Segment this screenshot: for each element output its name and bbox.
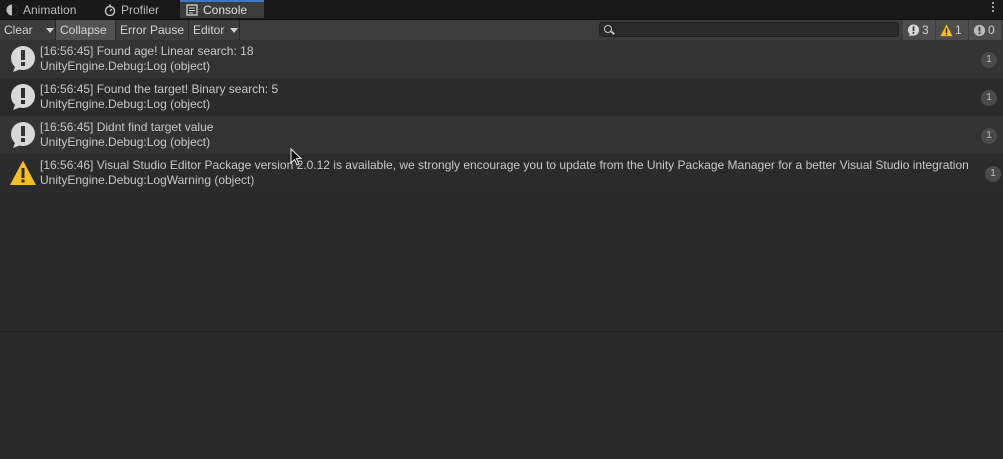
log-message: [16:56:45] Found the target! Binary sear… bbox=[40, 82, 279, 96]
chevron-down-icon[interactable] bbox=[46, 28, 55, 34]
search-icon bbox=[604, 25, 612, 33]
profiler-icon bbox=[104, 4, 116, 16]
log-detail-pane bbox=[0, 332, 1003, 459]
tab-label: Animation bbox=[23, 2, 77, 17]
warning-count-toggle[interactable]: 1 bbox=[936, 20, 968, 40]
editor-label: Editor bbox=[193, 23, 225, 37]
collapse-count-badge: 1 bbox=[981, 90, 997, 106]
search-input[interactable] bbox=[599, 22, 899, 37]
log-stacktrace: UnityEngine.Debug:Log (object) bbox=[40, 59, 211, 73]
warning-count: 1 bbox=[955, 23, 962, 37]
warning-icon bbox=[10, 160, 36, 185]
log-entry[interactable]: [16:56:45] Found age! Linear search: 18 … bbox=[0, 40, 1003, 78]
log-stacktrace: UnityEngine.Debug:Log (object) bbox=[40, 97, 211, 111]
warning-icon bbox=[940, 23, 953, 36]
log-count-toggle[interactable]: 3 bbox=[903, 20, 935, 40]
info-message-icon bbox=[11, 46, 35, 72]
tab-profiler[interactable]: Profiler bbox=[104, 0, 159, 19]
log-stacktrace: UnityEngine.Debug:Log (object) bbox=[40, 135, 211, 149]
info-message-icon bbox=[907, 23, 920, 37]
error-count: 0 bbox=[988, 23, 995, 37]
info-message-icon bbox=[11, 84, 35, 110]
collapse-count-badge: 1 bbox=[981, 52, 997, 68]
collapse-label: Collapse bbox=[60, 23, 107, 37]
tab-label: Console bbox=[203, 3, 248, 17]
collapse-count-badge: 1 bbox=[985, 166, 1001, 182]
log-entry[interactable]: [16:56:45] Didnt find target value Unity… bbox=[0, 116, 1003, 154]
error-pause-label: Error Pause bbox=[120, 23, 185, 37]
tab-label: Profiler bbox=[121, 2, 160, 17]
mouse-cursor-icon bbox=[290, 148, 302, 166]
error-pause-button[interactable]: Error Pause bbox=[116, 20, 189, 40]
log-message: [16:56:46] Visual Studio Editor Package … bbox=[40, 158, 969, 172]
more-options-icon[interactable] bbox=[991, 2, 995, 16]
error-count-toggle[interactable]: 0 bbox=[969, 20, 1001, 40]
clear-label: Clear bbox=[4, 23, 33, 37]
log-entry[interactable]: [16:56:45] Found the target! Binary sear… bbox=[0, 78, 1003, 116]
error-icon bbox=[973, 24, 986, 36]
log-count: 3 bbox=[922, 23, 929, 37]
chevron-down-icon bbox=[229, 28, 238, 34]
window-tab-bar: Animation Profiler Console bbox=[0, 0, 1003, 20]
console-icon bbox=[186, 4, 198, 16]
clear-button[interactable]: Clear bbox=[0, 20, 56, 40]
log-message: [16:56:45] Found age! Linear search: 18 bbox=[40, 44, 254, 58]
editor-dropdown[interactable]: Editor bbox=[189, 20, 240, 40]
animation-icon bbox=[6, 4, 18, 15]
collapse-count-badge: 1 bbox=[981, 128, 997, 144]
info-message-icon bbox=[11, 122, 35, 148]
collapse-button[interactable]: Collapse bbox=[56, 20, 116, 40]
tab-console[interactable]: Console bbox=[180, 0, 264, 18]
log-message: [16:56:45] Didnt find target value bbox=[40, 120, 214, 134]
tab-animation[interactable]: Animation bbox=[6, 0, 76, 19]
log-entry[interactable]: [16:56:46] Visual Studio Editor Package … bbox=[0, 154, 1003, 192]
log-stacktrace: UnityEngine.Debug:LogWarning (object) bbox=[40, 173, 255, 187]
